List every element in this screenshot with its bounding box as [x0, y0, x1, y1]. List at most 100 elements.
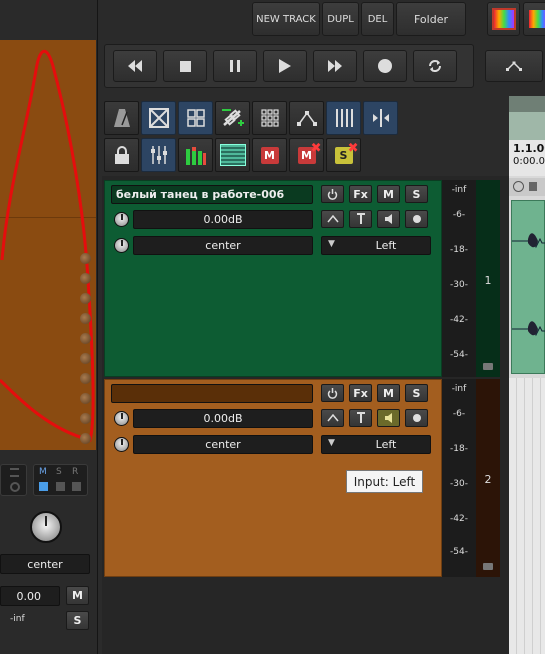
volume-knob[interactable]	[114, 212, 129, 227]
envelope-button[interactable]	[321, 210, 344, 228]
item-clock-icon	[513, 181, 524, 192]
rewind-button[interactable]	[113, 50, 157, 82]
folder-button[interactable]: Folder	[396, 2, 466, 36]
track-2-number-strip[interactable]: 2	[476, 379, 500, 577]
arrange-view[interactable]: 1.1.00 0:00.0	[509, 96, 545, 654]
bars-tool[interactable]	[326, 101, 361, 135]
track-number: 1	[484, 274, 492, 287]
arm-record-button[interactable]	[405, 210, 428, 228]
input-select[interactable]: ▼ Left	[321, 435, 431, 454]
fx-button[interactable]: Fx	[349, 384, 372, 402]
left-arrange-area[interactable]	[0, 40, 96, 450]
unmute-all-tool[interactable]: M ✖	[289, 138, 324, 172]
link-tool[interactable]	[215, 101, 250, 135]
solo-flag-toggle[interactable]	[56, 482, 65, 491]
track-name-field[interactable]	[111, 384, 313, 403]
meter-scale-label: -42-	[450, 315, 468, 325]
meter-scale-label: -inf	[451, 185, 467, 195]
unsolo-all-tool[interactable]: S ✖	[326, 138, 361, 172]
mixer-sliders-icon	[150, 146, 167, 164]
chevron-down-icon: ▼	[328, 239, 335, 249]
link-add-icon	[221, 109, 244, 126]
mixer-solo-button[interactable]: S	[66, 611, 89, 630]
volume-knob[interactable]	[114, 411, 129, 426]
monitor-button[interactable]	[377, 210, 400, 228]
mixer-tool[interactable]	[141, 138, 176, 172]
fx-button[interactable]: Fx	[349, 185, 372, 203]
pan-field[interactable]: center	[133, 236, 313, 255]
input-select[interactable]: ▼ Left	[321, 236, 431, 255]
pan-dot	[80, 293, 91, 304]
chevron-down-icon: ▼	[328, 438, 335, 448]
new-track-button[interactable]: NEW TRACK	[252, 2, 320, 36]
envelope-button[interactable]	[485, 50, 543, 82]
fast-forward-button[interactable]	[313, 50, 357, 82]
envelope-button[interactable]	[321, 409, 344, 427]
volume-field[interactable]: 0.00dB	[133, 210, 313, 229]
mute-button[interactable]: M	[377, 185, 400, 203]
track-1-number-strip[interactable]: 1	[476, 180, 500, 377]
mute-all-tool[interactable]: M	[252, 138, 287, 172]
volume-field[interactable]: 0.00dB	[133, 409, 313, 428]
duplicate-button[interactable]: DUPL	[322, 2, 359, 36]
mixer-mute-button[interactable]: M	[66, 586, 89, 605]
split-tool[interactable]	[363, 101, 398, 135]
arm-record-button[interactable]	[405, 409, 428, 427]
metronome-tool[interactable]	[104, 101, 139, 135]
audio-item[interactable]	[511, 200, 545, 374]
monitor-button-active[interactable]	[377, 409, 400, 427]
track-1[interactable]: белый танец в работе-006 Fx M S 0.00dB c…	[104, 180, 442, 377]
track-name-field[interactable]: белый танец в работе-006	[111, 185, 313, 204]
color-mixer-button[interactable]	[487, 2, 520, 36]
speaker-icon	[384, 413, 392, 423]
solo-button[interactable]: S	[405, 185, 428, 203]
play-button[interactable]	[263, 50, 307, 82]
stop-icon	[179, 60, 191, 72]
meter-scale-label: -30-	[450, 479, 468, 489]
meters-tool[interactable]	[178, 138, 213, 172]
mute-flag-toggle[interactable]	[39, 482, 48, 491]
envelope-points-tool[interactable]	[289, 101, 324, 135]
pause-button[interactable]	[213, 50, 257, 82]
ruler-band	[509, 112, 545, 140]
mute-button[interactable]: M	[377, 384, 400, 402]
grid-tool[interactable]	[178, 101, 213, 135]
envelope-points-icon	[296, 111, 317, 126]
mixer-peak-label: -inf	[10, 614, 25, 624]
speaker-icon	[384, 214, 392, 224]
r-flag-label: R	[72, 467, 79, 477]
power-button[interactable]	[321, 185, 344, 203]
pan-dot	[80, 273, 91, 284]
grid-icon	[186, 109, 205, 127]
r-flag-toggle[interactable]	[72, 482, 81, 491]
dots-grid-tool[interactable]	[252, 101, 287, 135]
pan-knob[interactable]	[30, 511, 62, 543]
pan-knob[interactable]	[114, 238, 129, 253]
crossfade-tool[interactable]	[141, 101, 176, 135]
solo-button[interactable]: S	[405, 384, 428, 402]
pan-knob[interactable]	[114, 437, 129, 452]
mixer-volume-field[interactable]: 0.00	[0, 586, 60, 606]
power-icon[interactable]	[10, 482, 20, 492]
dots-grid-icon	[260, 109, 279, 127]
solo-flag-label: S	[56, 467, 62, 477]
lock-tool[interactable]	[104, 138, 139, 172]
routing-icon	[356, 213, 365, 224]
mute-flag-label: M	[39, 467, 47, 477]
meter-scale-label: -18-	[450, 245, 468, 255]
loop-button[interactable]	[413, 50, 457, 82]
power-button[interactable]	[321, 384, 344, 402]
stop-button[interactable]	[163, 50, 207, 82]
lock-icon	[114, 146, 129, 164]
ruler-top	[509, 96, 545, 112]
fast-forward-icon	[328, 60, 342, 72]
list-view-tool[interactable]	[215, 138, 250, 172]
pan-field[interactable]: center	[133, 435, 313, 454]
color-mixer-button-2[interactable]	[523, 2, 545, 36]
mixer-pan-field[interactable]: center	[0, 554, 90, 574]
routing-button[interactable]	[349, 210, 372, 228]
delete-button[interactable]: DEL	[361, 2, 394, 36]
routing-button[interactable]	[349, 409, 372, 427]
record-button[interactable]	[363, 50, 407, 82]
meter-scale-label: -6-	[452, 409, 466, 419]
